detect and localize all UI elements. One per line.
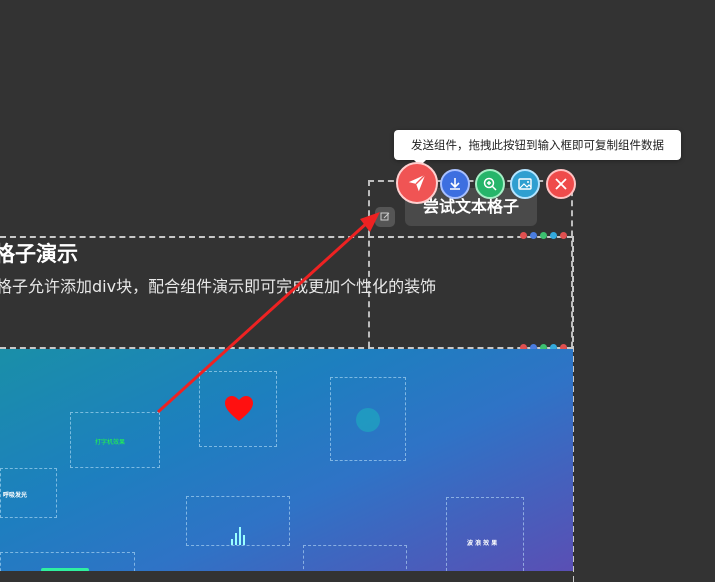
drag-arrow [156,212,380,414]
